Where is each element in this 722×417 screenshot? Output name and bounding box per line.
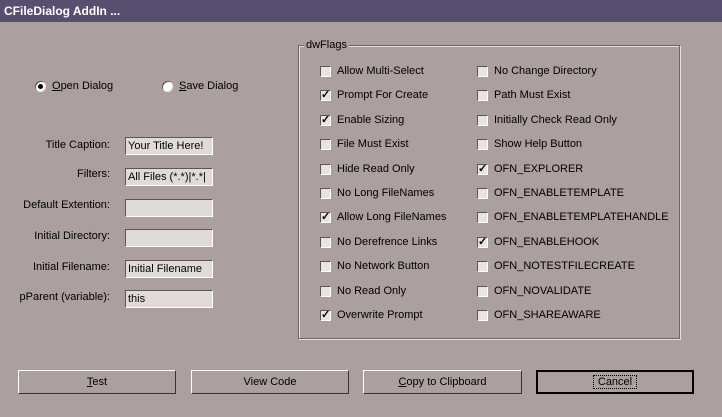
flag-label: No Change Directory [494, 65, 597, 77]
checkbox-indicator [320, 285, 331, 297]
save-dialog-label: Save Dialog [179, 80, 239, 92]
pparent-input[interactable]: this [125, 290, 213, 308]
checkbox-indicator [320, 260, 331, 272]
flag-checkbox[interactable]: OFN_EXPLORER [477, 162, 584, 176]
save-dialog-radio[interactable]: Save Dialog [162, 80, 238, 92]
filters-label: Filters: [77, 168, 110, 180]
flag-label: OFN_ENABLEHOOK [494, 236, 600, 248]
flag-label: Initially Check Read Only [494, 114, 617, 126]
flag-label: No Derefrence Links [337, 236, 438, 248]
flag-label: OFN_NOVALIDATE [494, 285, 592, 297]
flag-checkbox[interactable]: Initially Check Read Only [477, 114, 617, 126]
cancel-button-label: Cancel [592, 375, 638, 389]
open-dialog-label: Open Dialog [52, 80, 114, 92]
checkbox-indicator [477, 235, 488, 249]
checkbox-indicator [320, 163, 331, 175]
checkbox-indicator [477, 187, 488, 199]
flag-label: OFN_SHAREAWARE [494, 309, 601, 321]
view-code-button[interactable]: View Code [191, 370, 349, 394]
flag-checkbox[interactable]: OFN_ENABLETEMPLATE [477, 187, 624, 199]
checkbox-indicator [320, 138, 331, 150]
view-code-button-label: View Code [243, 376, 297, 388]
flag-label: No Network Button [337, 260, 430, 272]
flag-label: OFN_NOTESTFILECREATE [494, 260, 635, 272]
flag-checkbox[interactable]: Enable Sizing [320, 113, 405, 127]
checkbox-indicator [320, 187, 331, 199]
checkbox-indicator [320, 210, 331, 224]
flag-checkbox[interactable]: No Network Button [320, 260, 429, 272]
flag-label: Prompt For Create [337, 89, 429, 101]
test-button-label: Test [86, 376, 108, 388]
flag-label: Path Must Exist [494, 89, 571, 101]
flag-checkbox[interactable]: No Change Directory [477, 65, 597, 77]
flag-checkbox[interactable]: No Long FileNames [320, 187, 434, 199]
cancel-button[interactable]: Cancel [536, 370, 694, 394]
flag-label: OFN_ENABLETEMPLATEHANDLE [494, 211, 669, 223]
flag-checkbox[interactable]: No Derefrence Links [320, 236, 437, 248]
checkbox-indicator [320, 308, 331, 322]
initial-directory-label: Initial Directory: [34, 230, 110, 242]
flag-checkbox[interactable]: No Read Only [320, 285, 406, 297]
test-button[interactable]: Test [18, 370, 176, 394]
flag-checkbox[interactable]: Hide Read Only [320, 163, 415, 175]
checkbox-indicator [320, 236, 331, 248]
flag-checkbox[interactable]: File Must Exist [320, 138, 409, 150]
flag-checkbox[interactable]: Allow Multi-Select [320, 65, 424, 77]
flag-checkbox[interactable]: Path Must Exist [477, 89, 570, 101]
flag-checkbox[interactable]: OFN_NOTESTFILECREATE [477, 260, 635, 272]
copy-button-label: Copy to Clipboard [398, 376, 487, 388]
flag-label: OFN_EXPLORER [494, 163, 584, 175]
title-bar: CFileDialog AddIn ... [0, 0, 722, 22]
checkbox-indicator [477, 114, 488, 126]
flag-checkbox[interactable]: OFN_SHAREAWARE [477, 309, 601, 321]
checkbox-indicator [477, 138, 488, 150]
initial-directory-input[interactable] [125, 229, 213, 247]
flag-label: Allow Multi-Select [337, 65, 424, 77]
pparent-label: pParent (variable): [19, 291, 111, 303]
flag-label: No Read Only [337, 285, 407, 297]
flag-label: File Must Exist [337, 138, 409, 150]
flag-label: Enable Sizing [337, 114, 405, 126]
flag-checkbox[interactable]: OFN_NOVALIDATE [477, 285, 591, 297]
flag-label: OFN_ENABLETEMPLATE [494, 187, 624, 199]
title-caption-label: Title Caption: [45, 139, 110, 151]
flag-checkbox[interactable]: Show Help Button [477, 138, 582, 150]
flag-label: No Long FileNames [337, 187, 435, 199]
checkbox-indicator [477, 89, 488, 101]
checkbox-indicator [477, 285, 488, 297]
flag-label: Hide Read Only [337, 163, 415, 175]
title-caption-input[interactable]: Your Title Here! [125, 137, 213, 155]
filters-input[interactable]: All Files (*.*)|*.*| [125, 168, 213, 186]
flag-label: Overwrite Prompt [337, 309, 423, 321]
flag-label: Allow Long FileNames [337, 211, 447, 223]
copy-to-clipboard-button[interactable]: Copy to Clipboard [363, 370, 522, 394]
default-extension-label: Default Extention: [23, 199, 110, 211]
default-extension-input[interactable] [125, 199, 213, 217]
checkbox-indicator [477, 65, 488, 77]
checkbox-indicator [477, 260, 488, 272]
checkbox-indicator [320, 88, 331, 102]
flag-checkbox[interactable]: Overwrite Prompt [320, 308, 423, 322]
initial-filename-label: Initial Filename: [32, 261, 110, 273]
flag-checkbox[interactable]: OFN_ENABLEHOOK [477, 235, 600, 249]
radio-indicator [162, 80, 173, 92]
checkbox-indicator [477, 211, 488, 223]
checkbox-indicator [477, 309, 488, 321]
flag-checkbox[interactable]: OFN_ENABLETEMPLATEHANDLE [477, 211, 669, 223]
radio-indicator [35, 80, 46, 92]
flag-label: Show Help Button [494, 138, 583, 150]
initial-filename-input[interactable]: Initial Filename [125, 260, 213, 278]
checkbox-indicator [320, 113, 331, 127]
flag-checkbox[interactable]: Prompt For Create [320, 88, 429, 102]
window-title: CFileDialog AddIn ... [4, 4, 121, 18]
dwflags-title: dwFlags [304, 39, 349, 51]
flag-checkbox[interactable]: Allow Long FileNames [320, 210, 447, 224]
checkbox-indicator [477, 162, 488, 176]
checkbox-indicator [320, 65, 331, 77]
open-dialog-radio[interactable]: Open Dialog [35, 80, 113, 92]
